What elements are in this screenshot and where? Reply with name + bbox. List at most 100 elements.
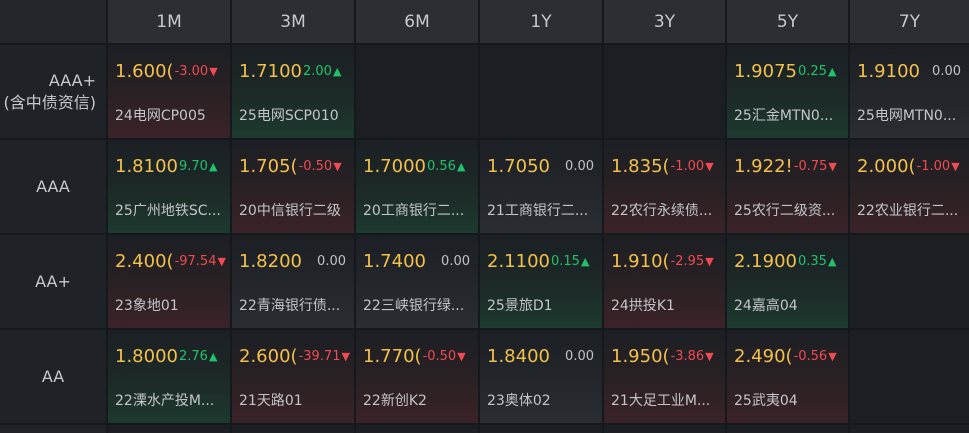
yield-cell[interactable]: 2.000(-1.00 ▼ 22农业银行二... (850, 140, 969, 233)
bond-name: 22三峡银行绿... (363, 298, 465, 314)
change-value: -3.86 (670, 348, 705, 364)
triangle-up-icon: ▲ (580, 254, 590, 268)
tenor-header-1y[interactable]: 1Y (480, 0, 602, 43)
tenor-header-7y[interactable]: 7Y (850, 0, 969, 43)
yield-value: 1.7400 (363, 250, 426, 272)
yield-cell[interactable]: 1.9075 0.25 ▲ 25汇金MTN0... (727, 45, 848, 138)
bond-name: 22新创K2 (363, 393, 427, 409)
change-value: 9.70 (178, 158, 208, 174)
yield-line: 2.1900 0.35 ▲ (734, 249, 846, 273)
yield-cell[interactable]: 1.7100 2.00 ▲ 25电网SCP010 (232, 45, 354, 138)
bond-name: 22溧水产投M... (115, 393, 215, 409)
yield-cell[interactable]: 1.8400 0.00 23奥体02 (480, 330, 602, 423)
yield-value: 1.835( (611, 155, 670, 177)
change-value: -0.56 (793, 348, 828, 364)
yield-cell[interactable]: 1.922! -0.75 ▼ 25农行二级资... (727, 140, 848, 233)
bond-name: 21天路01 (239, 393, 303, 409)
change-value: 0.15 (550, 253, 580, 269)
yield-value: 2.000( (857, 155, 916, 177)
bond-name: 25农行二级资... (734, 203, 836, 219)
tenor-header-5y[interactable]: 5Y (727, 0, 848, 43)
yield-line: 1.600(-3.00 ▼ (115, 59, 228, 83)
bond-name: 25电网SCP010 (239, 108, 339, 124)
yield-line: 1.770(-0.50 ▼ (363, 344, 476, 368)
bond-name: 24嘉高04 (734, 298, 798, 314)
bond-name: 23奥体02 (487, 393, 551, 409)
tenor-header-6m[interactable]: 6M (356, 0, 478, 43)
next-row-strip (232, 425, 354, 433)
yield-cell[interactable]: 1.9100 0.00 25电网MTN0... (850, 45, 969, 138)
tenor-header-1m[interactable]: 1M (108, 0, 230, 43)
yield-cell[interactable]: 1.770(-0.50 ▼ 22新创K2 (356, 330, 478, 423)
yield-value: 2.1900 (734, 250, 797, 272)
yield-line: 1.9100 0.00 (857, 59, 967, 83)
next-row-strip (727, 425, 848, 433)
yield-cell[interactable]: 1.8200 0.00 22青海银行债... (232, 235, 354, 328)
triangle-up-icon: ▲ (827, 254, 837, 268)
bond-name: 20工商银行二... (363, 203, 465, 219)
change-value: 0.00 (565, 158, 594, 174)
tenor-header-3m[interactable]: 3M (232, 0, 354, 43)
change-value: 0.00 (317, 253, 346, 269)
empty-cell (604, 45, 725, 138)
yield-line: 1.7400 0.00 (363, 249, 476, 273)
yield-cell[interactable]: 1.950(-3.86 ▼ 21大足工业M... (604, 330, 725, 423)
change-value: 0.25 (797, 63, 827, 79)
yield-cell[interactable]: 1.705(-0.50 ▼ 20中信银行二级 (232, 140, 354, 233)
change-value: 0.00 (441, 253, 470, 269)
triangle-up-icon: ▲ (827, 64, 837, 78)
bond-name: 22农行永续债... (611, 203, 713, 219)
bond-name: 23象地01 (115, 298, 179, 314)
triangle-down-icon: ▼ (457, 349, 466, 363)
yield-line: 2.490(-0.56 ▼ (734, 344, 846, 368)
triangle-down-icon: ▼ (705, 349, 714, 363)
yield-value: 1.8200 (239, 250, 302, 272)
yield-value: 2.1100 (487, 250, 550, 272)
yield-line: 1.7050 0.00 (487, 154, 600, 178)
change-value: -3.00 (174, 63, 209, 79)
yield-line: 1.922! -0.75 ▼ (734, 154, 846, 178)
yield-cell[interactable]: 2.1100 0.15 ▲ 25景旅D1 (480, 235, 602, 328)
change-value: -0.75 (793, 158, 828, 174)
change-value: -0.50 (422, 348, 457, 364)
yield-cell[interactable]: 2.490(-0.56 ▼ 25武夷04 (727, 330, 848, 423)
triangle-down-icon: ▼ (333, 159, 342, 173)
yield-value: 2.400( (115, 250, 174, 272)
rating-label: AAA+ (含中债资信) (0, 45, 106, 138)
yield-cell[interactable]: 1.7000 0.56 ▲ 20工商银行二... (356, 140, 478, 233)
triangle-down-icon: ▼ (209, 64, 218, 78)
yield-line: 1.8200 0.00 (239, 249, 352, 273)
yield-cell[interactable]: 2.1900 0.35 ▲ 24嘉高04 (727, 235, 848, 328)
yield-line: 1.705(-0.50 ▼ (239, 154, 352, 178)
yield-cell[interactable]: 1.835(-1.00 ▼ 22农行永续债... (604, 140, 725, 233)
change-value: -39.71 (298, 348, 341, 364)
yield-value: 1.600( (115, 60, 174, 82)
yield-value: 1.922! (734, 155, 793, 177)
yield-cell[interactable]: 1.910(-2.95 ▼ 24拱投K1 (604, 235, 725, 328)
yield-value: 1.9100 (857, 60, 920, 82)
yield-cell[interactable]: 1.8100 9.70 ▲ 25广州地铁SC... (108, 140, 230, 233)
yield-line: 2.1100 0.15 ▲ (487, 249, 600, 273)
rating-label: AA+ (0, 235, 106, 328)
yield-cell[interactable]: 1.600(-3.00 ▼ 24电网CP005 (108, 45, 230, 138)
next-row-strip (356, 425, 478, 433)
yield-line: 2.600(-39.71 ▼ (239, 344, 352, 368)
tenor-header-3y[interactable]: 3Y (604, 0, 725, 43)
bond-name: 24拱投K1 (611, 298, 675, 314)
empty-cell (850, 330, 969, 423)
yield-line: 1.950(-3.86 ▼ (611, 344, 723, 368)
yield-cell[interactable]: 1.7400 0.00 22三峡银行绿... (356, 235, 478, 328)
triangle-down-icon: ▼ (341, 349, 350, 363)
yield-cell[interactable]: 1.7050 0.00 21工商银行二... (480, 140, 602, 233)
yield-line: 1.8100 9.70 ▲ (115, 154, 228, 178)
yield-value: 2.600( (239, 345, 298, 367)
yield-line: 1.9075 0.25 ▲ (734, 59, 846, 83)
triangle-down-icon: ▼ (828, 159, 837, 173)
yield-cell[interactable]: 2.600(-39.71 ▼ 21天路01 (232, 330, 354, 423)
yield-line: 1.8000 2.76 ▲ (115, 344, 228, 368)
yield-cell[interactable]: 1.8000 2.76 ▲ 22溧水产投M... (108, 330, 230, 423)
yield-line: 2.000(-1.00 ▼ (857, 154, 967, 178)
yield-line: 1.910(-2.95 ▼ (611, 249, 723, 273)
triangle-down-icon: ▼ (951, 159, 960, 173)
yield-cell[interactable]: 2.400(-97.54 ▼ 23象地01 (108, 235, 230, 328)
